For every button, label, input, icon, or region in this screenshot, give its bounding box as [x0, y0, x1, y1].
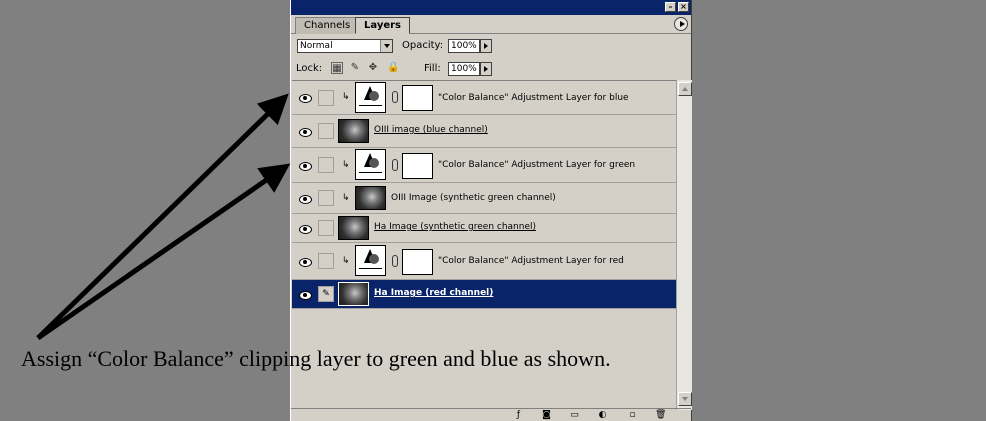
arrow-to-green-adjustment-layer	[36, 163, 291, 341]
arrow-to-blue-adjustment-layer	[36, 93, 289, 340]
annotation-caption: Assign “Color Balance” clipping layer to…	[21, 346, 611, 371]
